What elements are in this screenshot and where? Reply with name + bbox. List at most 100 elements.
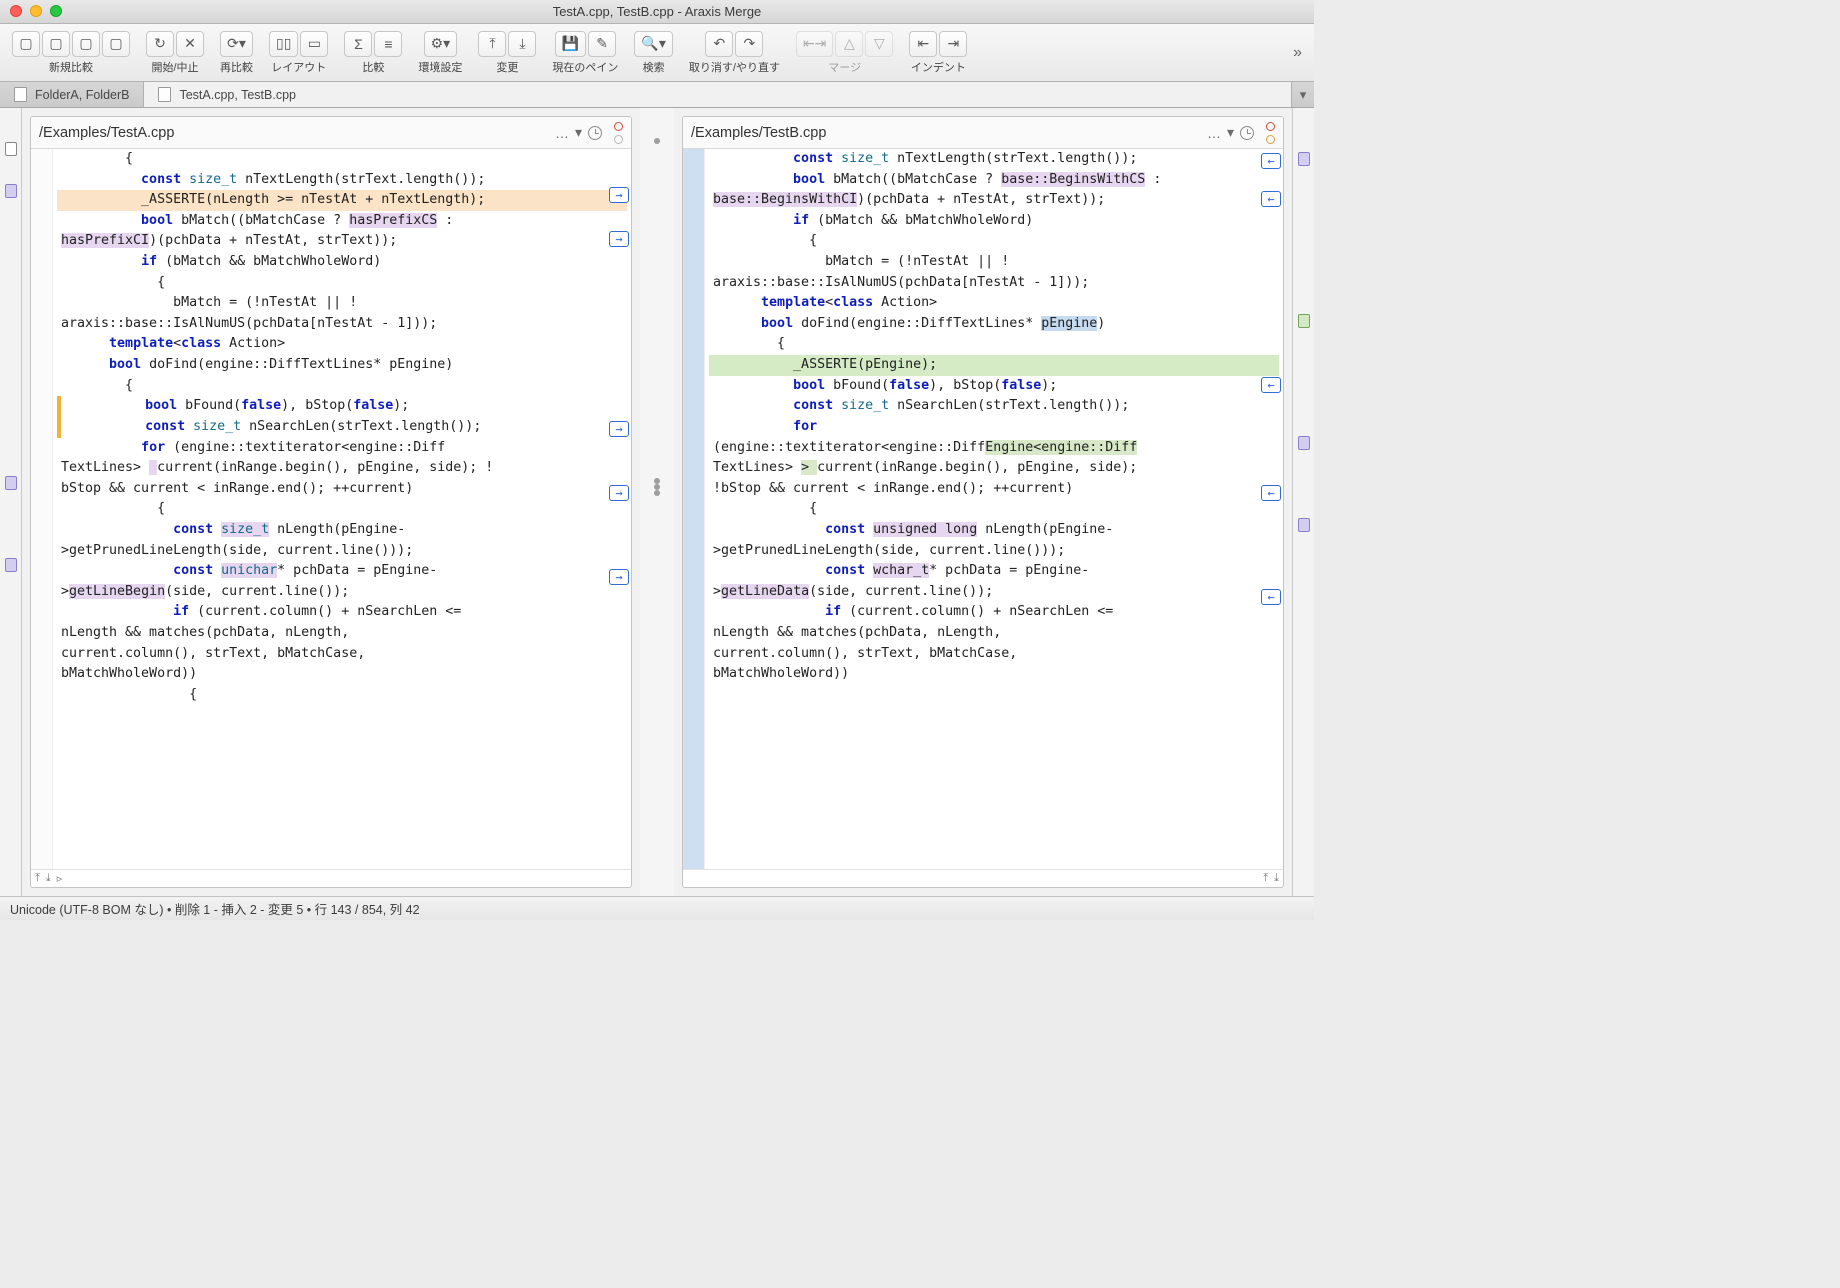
redo-button[interactable]: ↷ (735, 31, 763, 57)
toolbar-overflow-button[interactable]: » (1287, 44, 1308, 62)
indent-button[interactable]: ⇥ (939, 31, 967, 57)
push-left-button[interactable]: ← (1261, 589, 1281, 605)
push-right-button[interactable]: → (609, 569, 629, 585)
overview-marker[interactable] (5, 476, 17, 490)
window-controls (10, 5, 62, 17)
code-line: const size_t nTextLength(strText.length(… (709, 149, 1279, 170)
push-right-button[interactable]: → (609, 421, 629, 437)
scroll-top-icon[interactable]: ⤒ (1263, 872, 1268, 885)
code-line-changed: (engine::textiterator<engine::DiffEngine… (709, 438, 1279, 459)
layout-vert-button[interactable]: ▭ (300, 31, 328, 57)
tool-group-undoredo: ↶ ↷ 取り消す/やり直す (683, 31, 786, 75)
tool-label: 開始/中止 (151, 59, 198, 75)
zoom-window-icon[interactable] (50, 5, 62, 17)
minimize-window-icon[interactable] (30, 5, 42, 17)
code-line-changed: >getPrunedLineLength(side, current.line(… (709, 541, 1279, 562)
tab-overflow-button[interactable]: ▾ (1292, 82, 1314, 107)
edit-indicator-icon (614, 122, 623, 131)
code-line-changed: !bStop && current < inRange.end(); ++cur… (709, 479, 1279, 500)
code-line-changed: for (709, 417, 1279, 438)
search-button[interactable]: 🔍▾ (634, 31, 672, 57)
left-code-area[interactable]: { const size_t nTextLength(strText.lengt… (53, 149, 631, 869)
scroll-bottom-icon[interactable]: ⤓ (46, 872, 51, 885)
link-dot-icon (654, 138, 660, 144)
link-dot-icon (654, 490, 660, 496)
new-binary-compare-button[interactable]: ▢ (102, 31, 130, 57)
new-text-compare-button[interactable]: ▢ (12, 31, 40, 57)
merge-up-button[interactable]: △ (835, 31, 863, 57)
right-code-view[interactable]: const size_t nTextLength(strText.length(… (683, 149, 1283, 869)
left-overview-gutter[interactable] (0, 108, 22, 896)
overview-marker[interactable] (5, 184, 17, 198)
push-left-button[interactable]: ← (1261, 153, 1281, 169)
tab-file-compare[interactable]: TestA.cpp, TestB.cpp (144, 82, 1292, 107)
workspace: /Examples/TestA.cpp … ▾ { const size_t n… (0, 108, 1314, 896)
code-line: const size_t nSearchLen(strText.length()… (709, 396, 1279, 417)
code-line-changed: >getLineBegin(side, current.line()); (57, 582, 627, 603)
path-more-icon[interactable]: … (1207, 125, 1221, 141)
tool-group-compare: Σ ≡ 比較 (338, 31, 408, 75)
code-line-changed: for (engine::textiterator<engine::Diff (57, 438, 627, 459)
overview-marker[interactable] (1298, 152, 1310, 166)
titlebar: TestA.cpp, TestB.cpp - Araxis Merge (0, 0, 1314, 24)
compare-list-button[interactable]: ≡ (374, 31, 402, 57)
code-line-changed: bool bMatch((bMatchCase ? hasPrefixCS : (57, 211, 627, 232)
layout-horiz-button[interactable]: ▯▯ (269, 31, 298, 57)
overview-marker[interactable] (5, 142, 17, 156)
code-line: const size_t nTextLength(strText.length(… (57, 170, 627, 191)
tool-label: 環境設定 (418, 59, 462, 75)
merge-down-button[interactable]: ▽ (865, 31, 893, 57)
start-button[interactable]: ↻ (146, 31, 174, 57)
overview-marker[interactable] (1298, 518, 1310, 532)
right-overview-gutter[interactable] (1292, 108, 1314, 896)
tool-label: レイアウト (271, 59, 326, 75)
outdent-button[interactable]: ⇤ (909, 31, 937, 57)
edit-button[interactable]: ✎ (588, 31, 616, 57)
tool-label: 比較 (362, 59, 384, 75)
push-left-button[interactable]: ← (1261, 485, 1281, 501)
edit-indicator-icon (614, 135, 623, 144)
new-folder-compare-button[interactable]: ▢ (42, 31, 70, 57)
push-left-button[interactable]: ← (1261, 377, 1281, 393)
tool-group-search: 🔍▾ 検索 (628, 31, 678, 75)
overview-marker[interactable] (5, 558, 17, 572)
path-dropdown-icon[interactable]: ▾ (575, 124, 582, 141)
compare-sigma-button[interactable]: Σ (344, 31, 372, 57)
prefs-button[interactable]: ⚙▾ (424, 31, 458, 57)
tab-folder-compare[interactable]: FolderA, FolderB (0, 82, 144, 107)
push-right-button[interactable]: → (609, 187, 629, 203)
tool-label: インデント (911, 59, 966, 75)
merge-left-button[interactable]: ⇤⇥ (796, 31, 833, 57)
right-code-area[interactable]: const size_t nTextLength(strText.length(… (705, 149, 1283, 869)
save-button[interactable]: 💾 (555, 31, 586, 57)
path-dropdown-icon[interactable]: ▾ (1227, 124, 1234, 141)
tabbar: FolderA, FolderB TestA.cpp, TestB.cpp ▾ (0, 82, 1314, 108)
undo-button[interactable]: ↶ (705, 31, 733, 57)
path-more-icon[interactable]: … (555, 125, 569, 141)
scroll-bottom-icon[interactable]: ⤓ (1274, 872, 1279, 885)
push-right-button[interactable]: → (609, 485, 629, 501)
push-right-button[interactable]: → (609, 231, 629, 247)
overview-marker[interactable] (1298, 436, 1310, 450)
tool-label: 再比較 (220, 59, 253, 75)
code-line: if (current.column() + nSearchLen <= (709, 602, 1279, 623)
next-change-button[interactable]: ⤓ (508, 31, 536, 57)
code-line-changed: const unsigned long nLength(pEngine- (709, 520, 1279, 541)
push-left-button[interactable]: ← (1261, 191, 1281, 207)
history-icon[interactable] (1240, 126, 1254, 140)
tool-group-newcompare: ▢ ▢ ▢ ▢ 新規比較 (6, 31, 136, 75)
new-image-compare-button[interactable]: ▢ (72, 31, 100, 57)
stop-button[interactable]: ✕ (176, 31, 204, 57)
left-code-view[interactable]: { const size_t nTextLength(strText.lengt… (31, 149, 631, 869)
expand-icon[interactable]: ▹ (57, 872, 63, 885)
history-icon[interactable] (588, 126, 602, 140)
code-line: { (709, 334, 1279, 355)
recompare-button[interactable]: ⟳▾ (220, 31, 253, 57)
overview-marker[interactable] (1298, 314, 1310, 328)
code-line-changed: bStop && current < inRange.end(); ++curr… (57, 479, 627, 500)
right-pane: /Examples/TestB.cpp … ▾ const size_t nTe… (682, 116, 1284, 888)
scroll-top-icon[interactable]: ⤒ (35, 872, 40, 885)
close-window-icon[interactable] (10, 5, 22, 17)
prev-change-button[interactable]: ⤒ (478, 31, 506, 57)
code-line: araxis::base::IsAlNumUS(pchData[nTestAt … (709, 273, 1279, 294)
